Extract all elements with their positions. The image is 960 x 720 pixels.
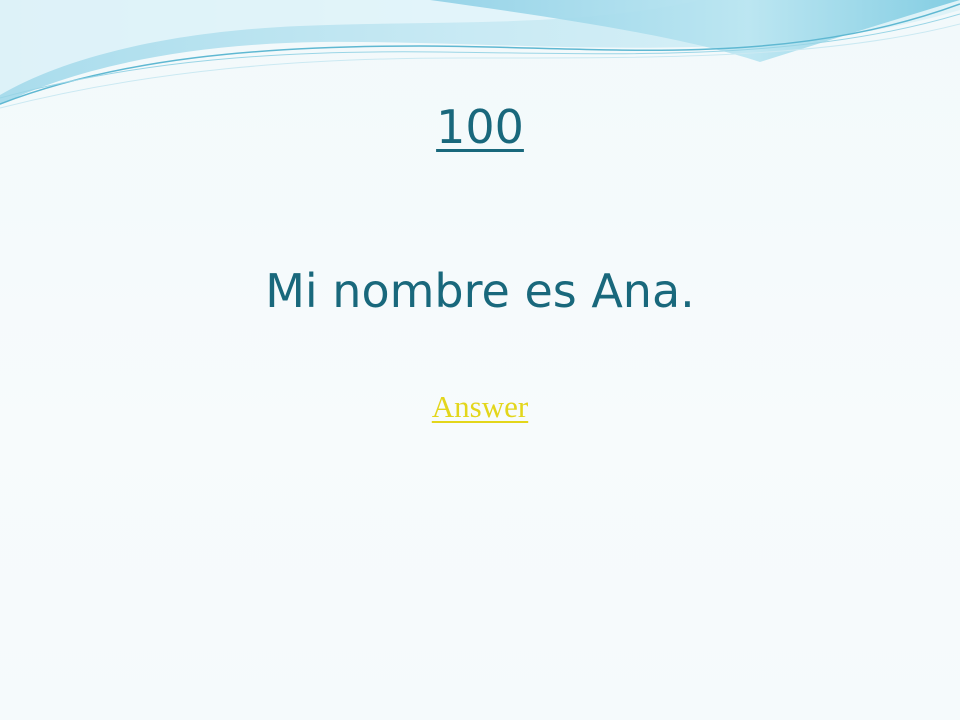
title-link[interactable]: 100 <box>0 92 960 162</box>
question-text: Mi nombre es Ana. <box>265 264 695 318</box>
slide: 100 Mi nombre es Ana. Answer <box>0 0 960 720</box>
answer-link[interactable]: Answer <box>0 385 960 429</box>
